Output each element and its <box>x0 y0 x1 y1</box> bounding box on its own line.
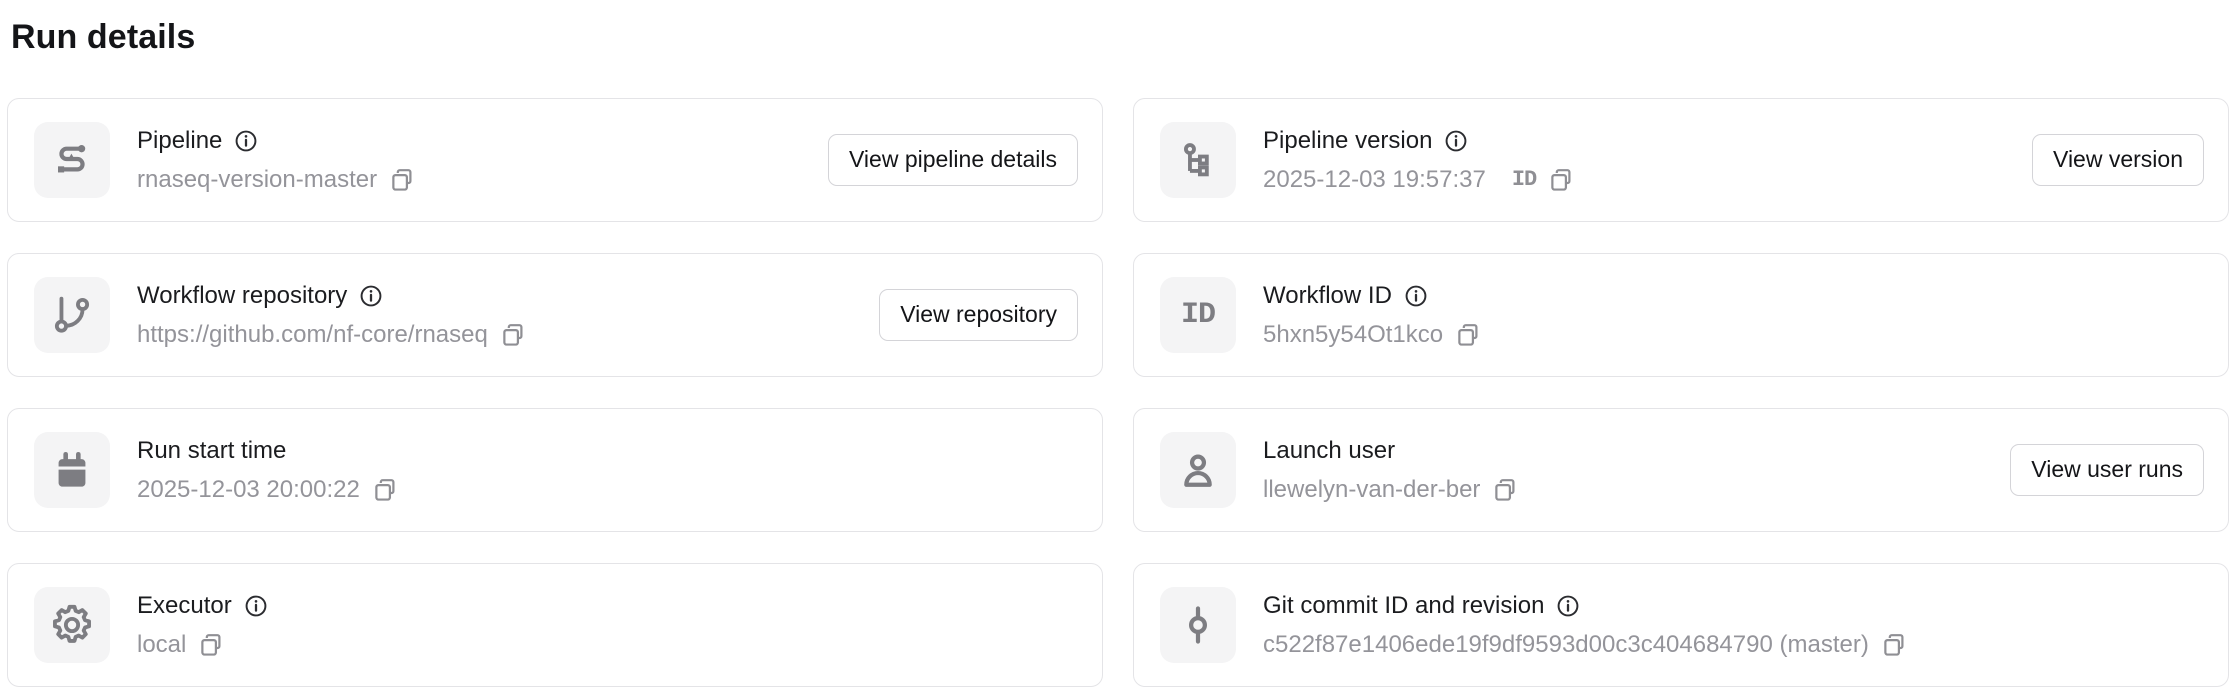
card-launch-user: Launch user llewelyn-van-der-ber View user… <box>1133 408 2229 532</box>
run-details-cards-grid: Pipeline rnaseq-version-master View pipeli… <box>0 98 2234 687</box>
view-repository-button[interactable]: View repository <box>879 289 1078 341</box>
card-label: Git commit ID and revision <box>1263 591 1544 621</box>
card-label: Pipeline <box>137 126 222 156</box>
page-title: Run details <box>11 16 2234 58</box>
card-text: Workflow ID 5hxn5y54Ot1kco <box>1263 281 1482 350</box>
card-value: https://github.com/nf-core/rnaseq <box>137 320 488 350</box>
pipeline-version-icon <box>1160 122 1236 198</box>
card-value-row: 2025-12-03 20:00:22 <box>137 475 399 505</box>
card-value: c522f87e1406ede19f9df9593d00c3c404684790… <box>1263 630 1869 660</box>
calendar-icon <box>34 432 110 508</box>
git-branch-icon <box>34 277 110 353</box>
card-value: local <box>137 630 186 660</box>
info-icon[interactable] <box>233 128 259 154</box>
info-icon[interactable] <box>1555 593 1581 619</box>
card-value: llewelyn-van-der-ber <box>1263 475 1480 505</box>
card-label: Launch user <box>1263 436 1395 466</box>
card-text: Pipeline version 2025-12-03 19:57:37 ID <box>1263 126 1575 195</box>
info-icon[interactable] <box>358 283 384 309</box>
card-label: Pipeline version <box>1263 126 1432 156</box>
git-commit-icon <box>1160 587 1236 663</box>
card-label-row: Executor <box>137 591 269 621</box>
card-label-row: Git commit ID and revision <box>1263 591 1908 621</box>
copy-icon[interactable] <box>388 166 416 194</box>
view-pipeline-details-button[interactable]: View pipeline details <box>828 134 1078 186</box>
view-version-button[interactable]: View version <box>2032 134 2204 186</box>
card-label-row: Pipeline <box>137 126 416 156</box>
card-value-row: llewelyn-van-der-ber <box>1263 475 1519 505</box>
card-run-start-time: Run start time 2025-12-03 20:00:22 <box>7 408 1103 532</box>
card-pipeline-version: Pipeline version 2025-12-03 19:57:37 ID Vie… <box>1133 98 2229 222</box>
gear-icon <box>34 587 110 663</box>
card-label: Workflow repository <box>137 281 347 311</box>
card-git-commit: Git commit ID and revision c522f87e1406ed… <box>1133 563 2229 687</box>
card-text: Workflow repository https://github.com/nf… <box>137 281 527 350</box>
card-label: Workflow ID <box>1263 281 1392 311</box>
card-value: 2025-12-03 20:00:22 <box>137 475 360 505</box>
card-text: Launch user llewelyn-van-der-ber <box>1263 436 1519 505</box>
card-value-row: 2025-12-03 19:57:37 ID <box>1263 165 1575 195</box>
card-label-row: Run start time <box>137 436 399 466</box>
card-value-row: 5hxn5y54Ot1kco <box>1263 320 1482 350</box>
card-value: 2025-12-03 19:57:37 <box>1263 165 1486 195</box>
card-label-row: Pipeline version <box>1263 126 1575 156</box>
card-label-row: Workflow repository <box>137 281 527 311</box>
card-workflow-id: ID Workflow ID 5hxn5y54Ot1kco <box>1133 253 2229 377</box>
info-icon[interactable] <box>243 593 269 619</box>
copy-icon[interactable] <box>1880 631 1908 659</box>
copy-icon[interactable] <box>371 476 399 504</box>
card-label: Run start time <box>137 436 286 466</box>
card-value-row: local <box>137 630 269 660</box>
card-label-row: Launch user <box>1263 436 1519 466</box>
card-value-row: rnaseq-version-master <box>137 165 416 195</box>
card-executor: Executor local <box>7 563 1103 687</box>
card-text: Executor local <box>137 591 269 660</box>
view-user-runs-button[interactable]: View user runs <box>2010 444 2204 496</box>
card-text: Pipeline rnaseq-version-master <box>137 126 416 195</box>
pipeline-icon <box>34 122 110 198</box>
card-value: rnaseq-version-master <box>137 165 377 195</box>
user-icon <box>1160 432 1236 508</box>
id-icon: ID <box>1160 277 1236 353</box>
card-value-row: c522f87e1406ede19f9df9593d00c3c404684790… <box>1263 630 1908 660</box>
copy-icon[interactable] <box>499 321 527 349</box>
card-label-row: Workflow ID <box>1263 281 1482 311</box>
id-tile-text: ID <box>1181 298 1215 332</box>
card-workflow-repository: Workflow repository https://github.com/nf… <box>7 253 1103 377</box>
info-icon[interactable] <box>1403 283 1429 309</box>
card-label: Executor <box>137 591 232 621</box>
card-text: Git commit ID and revision c522f87e1406ed… <box>1263 591 1908 660</box>
card-text: Run start time 2025-12-03 20:00:22 <box>137 436 399 505</box>
run-details-page: Run details Pipeline rnaseq-version-maste… <box>0 0 2234 692</box>
copy-icon[interactable] <box>197 631 225 659</box>
card-value: 5hxn5y54Ot1kco <box>1263 320 1443 350</box>
copy-icon[interactable] <box>1454 321 1482 349</box>
info-icon[interactable] <box>1443 128 1469 154</box>
card-value-row: https://github.com/nf-core/rnaseq <box>137 320 527 350</box>
card-pipeline: Pipeline rnaseq-version-master View pipeli… <box>7 98 1103 222</box>
id-badge-icon[interactable]: ID <box>1512 167 1536 192</box>
copy-icon[interactable] <box>1491 476 1519 504</box>
copy-icon[interactable] <box>1547 166 1575 194</box>
